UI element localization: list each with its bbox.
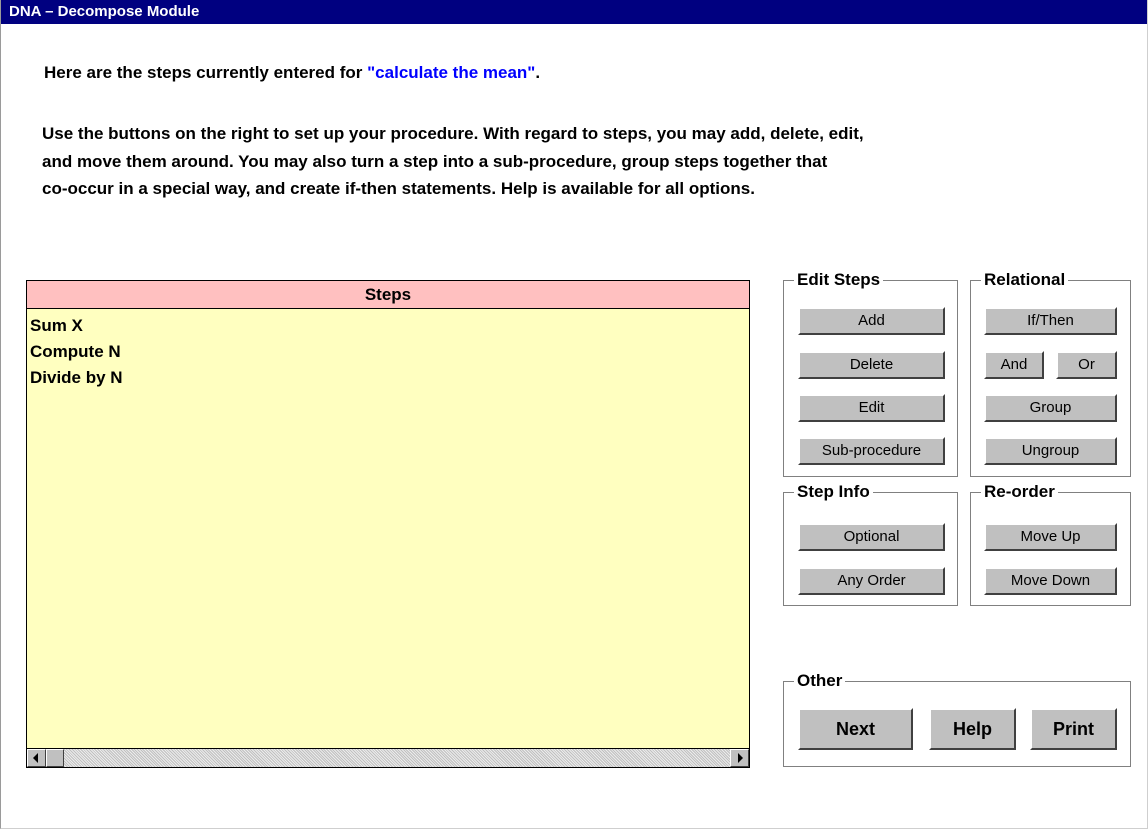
arrow-right-icon xyxy=(738,753,743,763)
instructions-line: and move them around. You may also turn … xyxy=(42,151,828,171)
relational-group: Relational If/Then And Or Group Ungroup xyxy=(970,269,1131,477)
optional-button[interactable]: Optional xyxy=(798,523,945,551)
edit-steps-label: Edit Steps xyxy=(794,269,884,291)
ungroup-button[interactable]: Ungroup xyxy=(984,437,1117,465)
arrow-left-icon xyxy=(33,753,38,763)
intro-prefix: Here are the steps currently entered for xyxy=(44,63,368,82)
if-then-button[interactable]: If/Then xyxy=(984,307,1117,335)
print-button[interactable]: Print xyxy=(1030,708,1117,750)
steps-panel: Steps Sum X Compute N Divide by N xyxy=(26,280,750,768)
or-button[interactable]: Or xyxy=(1056,351,1117,379)
subprocedure-button[interactable]: Sub-procedure xyxy=(798,437,945,465)
other-label: Other xyxy=(794,670,846,692)
edit-button[interactable]: Edit xyxy=(798,394,945,422)
scroll-thumb[interactable] xyxy=(46,749,64,767)
move-down-button[interactable]: Move Down xyxy=(984,567,1117,595)
instructions-line: co-occur in a special way, and create if… xyxy=(42,179,755,198)
instructions: Use the buttons on the right to set up y… xyxy=(42,120,1122,203)
intro-suffix: . xyxy=(535,63,541,82)
move-up-button[interactable]: Move Up xyxy=(984,523,1117,551)
intro-text: Here are the steps currently entered for… xyxy=(44,63,540,83)
list-item[interactable]: Compute N xyxy=(30,339,749,365)
task-name: "calculate the mean" xyxy=(367,63,536,82)
delete-button[interactable]: Delete xyxy=(798,351,945,379)
steps-column-header: Steps xyxy=(27,281,749,309)
add-button[interactable]: Add xyxy=(798,307,945,335)
next-button[interactable]: Next xyxy=(798,708,913,750)
horizontal-scrollbar[interactable] xyxy=(27,748,749,767)
list-item[interactable]: Divide by N xyxy=(30,365,749,391)
reorder-label: Re-order xyxy=(981,481,1058,503)
help-button[interactable]: Help xyxy=(929,708,1016,750)
window-title: DNA – Decompose Module xyxy=(1,0,1147,24)
step-info-label: Step Info xyxy=(794,481,873,503)
steps-list[interactable]: Sum X Compute N Divide by N xyxy=(27,309,749,391)
step-info-group: Step Info Optional Any Order xyxy=(783,481,958,606)
app-window: DNA – Decompose Module Here are the step… xyxy=(0,0,1148,829)
any-order-button[interactable]: Any Order xyxy=(798,567,945,595)
instructions-line: Use the buttons on the right to set up y… xyxy=(42,124,864,143)
list-item[interactable]: Sum X xyxy=(30,313,749,339)
scroll-right-button[interactable] xyxy=(730,749,749,767)
scroll-left-button[interactable] xyxy=(27,749,46,767)
reorder-group: Re-order Move Up Move Down xyxy=(970,481,1131,606)
other-group: Other Next Help Print xyxy=(783,670,1131,767)
edit-steps-group: Edit Steps Add Delete Edit Sub-procedure xyxy=(783,269,958,477)
and-button[interactable]: And xyxy=(984,351,1044,379)
group-button[interactable]: Group xyxy=(984,394,1117,422)
relational-label: Relational xyxy=(981,269,1069,291)
